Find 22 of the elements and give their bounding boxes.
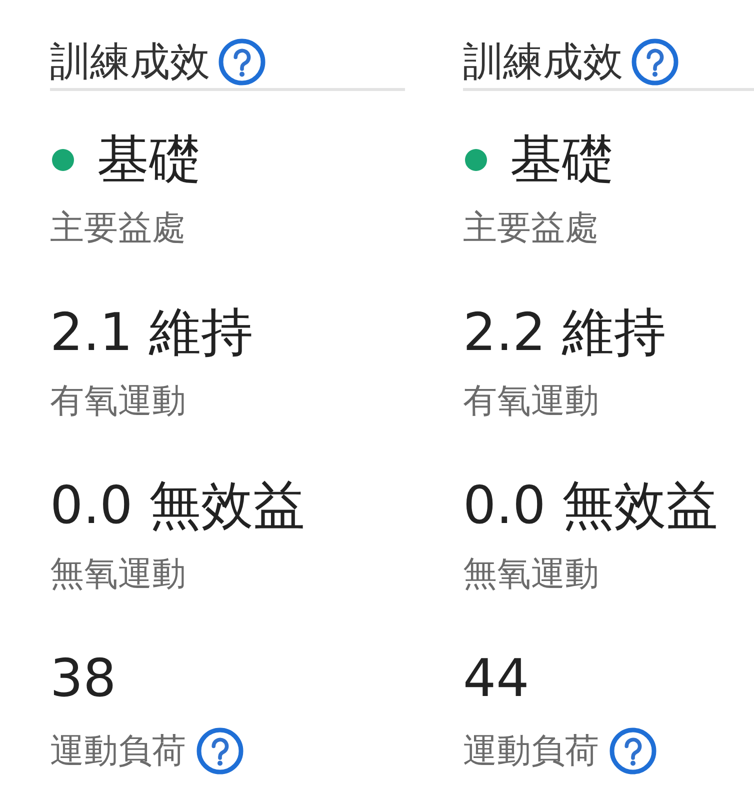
- metric-label: 有氧運動: [463, 381, 599, 421]
- metric-label: 主要益處: [50, 208, 186, 248]
- metric-label: 運動負荷: [463, 731, 599, 771]
- metric-value: 0.0 無效益: [463, 476, 718, 536]
- metric-value: 2.1 維持: [50, 303, 254, 363]
- panel-title: 訓練成效: [50, 38, 210, 86]
- metric-value: 基礎: [510, 130, 614, 190]
- metric-value: 44: [463, 649, 530, 709]
- metric-label: 主要益處: [463, 208, 599, 248]
- help-icon[interactable]: [609, 727, 657, 775]
- help-icon[interactable]: [196, 727, 244, 775]
- metric-value: 基礎: [97, 130, 201, 190]
- metric-label: 有氧運動: [50, 381, 186, 421]
- metric-label: 運動負荷: [50, 731, 186, 771]
- metric-value: 2.2 維持: [463, 303, 666, 363]
- help-icon[interactable]: [218, 38, 266, 86]
- metric-label: 無氧運動: [50, 554, 186, 594]
- metric-label: 無氧運動: [463, 554, 599, 594]
- metric-value: 38: [50, 649, 116, 709]
- metric-value: 0.0 無效益: [50, 476, 306, 536]
- panel-title: 訓練成效: [463, 38, 623, 86]
- help-icon[interactable]: [631, 38, 679, 86]
